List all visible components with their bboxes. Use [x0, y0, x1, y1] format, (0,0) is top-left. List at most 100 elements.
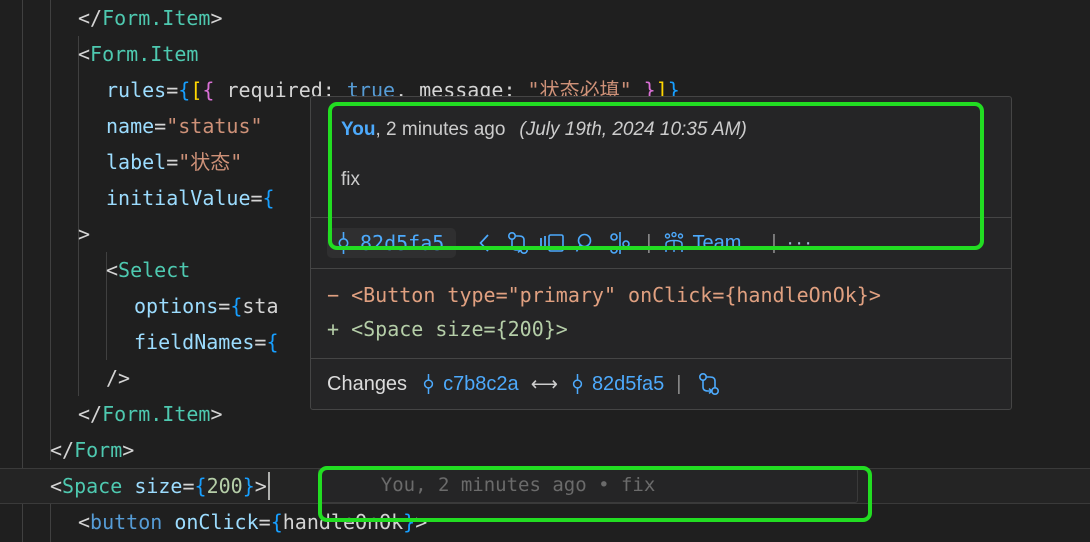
code-token: } [242, 474, 255, 498]
code-token: name [106, 114, 155, 138]
code-token: < [78, 510, 91, 534]
code-token: Select [118, 258, 191, 282]
code-line[interactable]: <button onClick={handleOnOk}> [0, 504, 1090, 540]
code-token: { [178, 78, 191, 102]
code-token: { [266, 330, 279, 354]
text-cursor [267, 472, 270, 500]
code-token: </ [78, 6, 103, 30]
code-token: = [182, 474, 195, 498]
code-token: rules [106, 78, 167, 102]
code-token: = [166, 150, 179, 174]
commit-message-section: You, 2 minutes ago (July 19th, 2024 10:35… [311, 97, 1011, 217]
git-commit-icon [421, 374, 436, 394]
commit-absolute-date: (July 19th, 2024 10:35 AM) [519, 119, 747, 140]
search-icon[interactable] [570, 228, 602, 258]
code-token: { [194, 474, 207, 498]
code-token: size [134, 474, 183, 498]
commit-author[interactable]: You [341, 119, 375, 140]
code-token: < [50, 474, 63, 498]
commit-hash-badge[interactable]: 82d5fa5 [327, 228, 457, 258]
code-token: { [202, 78, 215, 102]
git-blame-hover-panel[interactable]: You, 2 minutes ago (July 19th, 2024 10:35… [310, 96, 1012, 410]
commit-hash-text: 82d5fa5 [360, 231, 445, 255]
code-token: = [218, 294, 231, 318]
code-token: handleOnOk [282, 510, 404, 534]
code-token: = [250, 186, 263, 210]
from-hash-text: c7b8c2a [443, 372, 519, 395]
code-token: </ [78, 402, 103, 426]
organization-icon [662, 232, 686, 254]
commit-toolbar[interactable]: 82d5fa5 | Team… | ··· [311, 218, 1011, 268]
commit-relative-time: , 2 minutes ago [375, 119, 506, 140]
chevron-left-icon[interactable] [468, 228, 500, 258]
code-token: { [230, 294, 243, 318]
code-line[interactable]: </Form.Item> [0, 0, 1090, 36]
code-token: > [254, 474, 267, 498]
changes-separator: | [676, 372, 682, 395]
commit-message-body: fix [341, 169, 360, 190]
code-token: Form.Item [102, 6, 211, 30]
code-token: = [166, 78, 179, 102]
code-token: "状态" [178, 150, 243, 174]
code-token: sta [242, 294, 279, 318]
code-token: } [403, 510, 416, 534]
code-token: </ [50, 438, 75, 462]
code-token: "status" [166, 114, 263, 138]
code-token: button [90, 510, 163, 534]
code-token: > [122, 438, 135, 462]
code-token: onClick [174, 510, 259, 534]
git-compare-icon[interactable] [502, 228, 534, 258]
code-token: < [106, 258, 119, 282]
toolbar-separator-2: | [771, 231, 777, 254]
changes-from-hash[interactable]: c7b8c2a [421, 373, 519, 396]
commit-author-line: You, 2 minutes ago (July 19th, 2024 10:35… [341, 117, 981, 143]
diff-removed-line: − <Button type="primary" onClick={handle… [327, 283, 881, 307]
code-token: initialValue [106, 186, 251, 210]
code-token: /> [106, 366, 131, 390]
compare-arrow-icon: ⟷ [530, 373, 558, 395]
code-line[interactable]: <Form.Item [0, 36, 1090, 72]
code-token: = [154, 114, 167, 138]
inline-blame-annotation[interactable]: You, 2 minutes ago • fix [318, 468, 858, 503]
inline-blame-text: You, 2 minutes ago • fix [335, 474, 656, 496]
code-token: required [214, 78, 323, 102]
inline-blame-box: You, 2 minutes ago • fix [318, 468, 858, 503]
code-token: 200 [206, 474, 243, 498]
code-token: > [78, 222, 91, 246]
split-view-icon[interactable] [536, 228, 568, 258]
code-token: < [78, 42, 91, 66]
changes-to-hash[interactable]: 82d5fa5 [570, 373, 664, 396]
code-token: { [262, 186, 275, 210]
code-token: [ [190, 78, 203, 102]
code-token: label [106, 150, 167, 174]
code-token: = [254, 330, 267, 354]
diff-section: − <Button type="primary" onClick={handle… [311, 269, 1011, 358]
code-token: Space [62, 474, 123, 498]
code-token: > [210, 402, 223, 426]
git-branch-compare-icon[interactable] [604, 228, 636, 258]
git-commit-icon [335, 232, 352, 254]
git-compare-icon[interactable] [693, 369, 725, 399]
code-line[interactable]: </Form> [0, 432, 1090, 468]
code-token: options [134, 294, 219, 318]
code-token: fieldNames [134, 330, 255, 354]
code-token: > [210, 6, 223, 30]
diff-added-line: + <Space size={200}> [327, 317, 568, 341]
screen-root: </Form.Item> <Form.Item rules={[{ required… [0, 0, 1090, 542]
code-token: > [415, 510, 428, 534]
git-commit-icon [570, 374, 585, 394]
changes-section[interactable]: Changes c7b8c2a ⟷ 82d5fa5 | [311, 359, 1011, 409]
code-token: { [270, 510, 283, 534]
toolbar-separator: | [646, 231, 652, 254]
team-button[interactable]: Team… [662, 231, 762, 255]
changes-label: Changes [327, 372, 408, 395]
code-token: Form [74, 438, 123, 462]
to-hash-text: 82d5fa5 [591, 372, 665, 395]
code-token: Form.Item [90, 42, 199, 66]
team-label: Team… [692, 231, 762, 254]
code-token: = [258, 510, 271, 534]
commit-message-box: You, 2 minutes ago (July 19th, 2024 10:35… [319, 103, 1003, 207]
more-actions-button[interactable]: ··· [787, 231, 814, 255]
